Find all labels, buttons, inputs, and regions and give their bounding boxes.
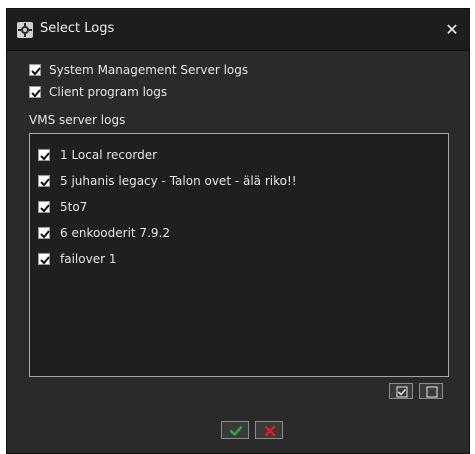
title-bar: Select Logs ✕ xyxy=(7,9,469,51)
ok-button[interactable] xyxy=(221,421,249,439)
list-item[interactable]: failover 1 xyxy=(38,250,116,268)
list-item-label: 5 juhanis legacy - Talon ovet - älä riko… xyxy=(60,174,297,188)
checkmark-icon xyxy=(229,426,243,436)
dialog-actions xyxy=(221,421,283,439)
checkbox-checked-icon xyxy=(396,386,408,398)
checkbox-checked-icon[interactable] xyxy=(38,253,50,265)
list-item[interactable]: 1 Local recorder xyxy=(38,146,157,164)
checkbox-checked-icon[interactable] xyxy=(38,201,50,213)
option-label: System Management Server logs xyxy=(49,63,249,77)
option-system-management-server-logs[interactable]: System Management Server logs xyxy=(29,61,248,79)
list-item[interactable]: 5 juhanis legacy - Talon ovet - älä riko… xyxy=(38,172,297,190)
option-client-program-logs[interactable]: Client program logs xyxy=(29,83,167,101)
select-all-button[interactable] xyxy=(389,383,413,399)
list-item-label: 1 Local recorder xyxy=(60,148,158,162)
list-selection-controls xyxy=(389,383,443,399)
vms-server-logs-label: VMS server logs xyxy=(29,113,126,127)
dialog-title: Select Logs xyxy=(40,21,115,36)
gear-icon xyxy=(17,22,33,38)
option-label: Client program logs xyxy=(49,85,168,99)
checkbox-checked-icon[interactable] xyxy=(29,64,41,76)
list-item-label: failover 1 xyxy=(60,252,117,266)
cancel-button[interactable] xyxy=(255,421,283,439)
list-item[interactable]: 6 enkooderit 7.9.2 xyxy=(38,224,170,242)
checkbox-checked-icon[interactable] xyxy=(38,175,50,187)
checkbox-checked-icon[interactable] xyxy=(38,227,50,239)
checkbox-checked-icon[interactable] xyxy=(29,86,41,98)
x-icon xyxy=(264,425,276,437)
checkbox-checked-icon[interactable] xyxy=(38,149,50,161)
vms-server-logs-list[interactable]: 1 Local recorder 5 juhanis legacy - Talo… xyxy=(29,133,449,377)
list-item[interactable]: 5to7 xyxy=(38,198,87,216)
list-item-label: 5to7 xyxy=(60,200,88,214)
select-logs-dialog: Select Logs ✕ System Management Server l… xyxy=(6,8,470,454)
checkbox-empty-icon xyxy=(426,386,438,398)
close-icon[interactable]: ✕ xyxy=(443,21,461,39)
list-item-label: 6 enkooderit 7.9.2 xyxy=(60,226,170,240)
select-none-button[interactable] xyxy=(419,383,443,399)
